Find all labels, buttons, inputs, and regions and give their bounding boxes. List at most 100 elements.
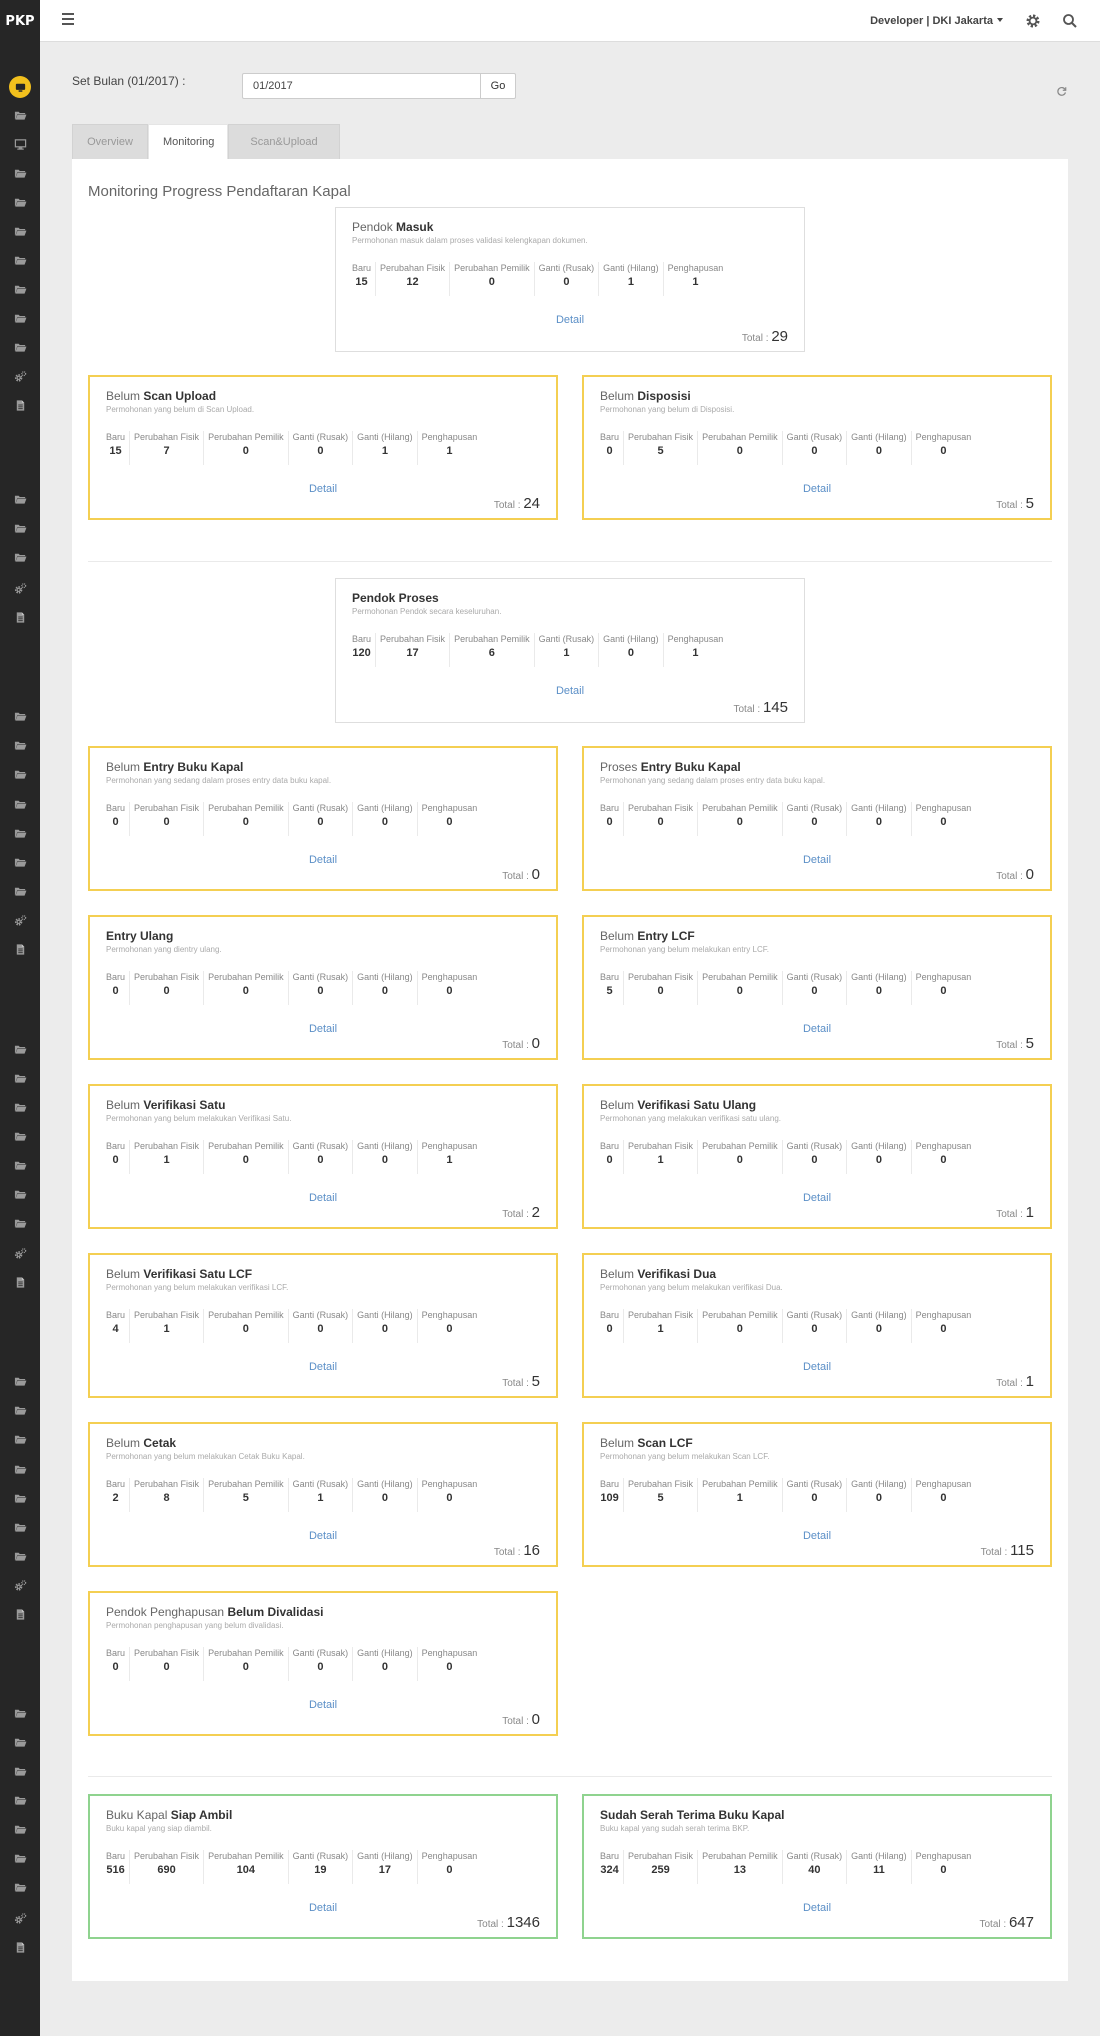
stat-value: 0 <box>242 1323 249 1335</box>
detail-link[interactable]: Detail <box>336 314 804 326</box>
sidebar-item[interactable] <box>0 1907 40 1929</box>
tab-monitoring[interactable]: Monitoring <box>148 124 228 159</box>
sidebar-item[interactable] <box>0 938 40 960</box>
sidebar-item[interactable] <box>0 1428 40 1450</box>
sidebar-item[interactable] <box>0 734 40 756</box>
stat-column: Ganti (Hilang) 0 <box>353 1478 418 1512</box>
sidebar-item[interactable] <box>0 394 40 416</box>
sidebar-item[interactable] <box>0 1212 40 1234</box>
sidebar-item[interactable] <box>0 1038 40 1060</box>
go-button[interactable]: Go <box>480 73 516 99</box>
search-icon[interactable] <box>1062 13 1078 29</box>
app-logo[interactable]: PKP <box>0 0 40 42</box>
sidebar-item[interactable] <box>0 1545 40 1567</box>
detail-link[interactable]: Detail <box>584 483 1050 495</box>
sidebar-item[interactable] <box>0 606 40 628</box>
detail-link[interactable]: Detail <box>584 854 1050 866</box>
sidebar-item[interactable] <box>0 851 40 873</box>
detail-link[interactable]: Detail <box>90 1699 556 1711</box>
month-input[interactable] <box>242 73 481 99</box>
folder-icon <box>14 1794 27 1807</box>
sidebar-item[interactable] <box>0 1487 40 1509</box>
stat-column: Perubahan Fisik 0 <box>130 802 205 836</box>
sidebar-item[interactable] <box>0 546 40 568</box>
stat-value: 0 <box>242 445 249 457</box>
sidebar-item[interactable] <box>0 793 40 815</box>
sidebar-item[interactable] <box>0 1818 40 1840</box>
stat-column: Ganti (Hilang) 0 <box>353 802 418 836</box>
detail-link[interactable]: Detail <box>90 1530 556 1542</box>
detail-link[interactable]: Detail <box>90 1361 556 1373</box>
sidebar-item[interactable] <box>0 763 40 785</box>
sidebar-item[interactable] <box>0 1760 40 1782</box>
gear-icon[interactable] <box>1025 13 1041 29</box>
sidebar-item[interactable] <box>0 1458 40 1480</box>
detail-link[interactable]: Detail <box>584 1530 1050 1542</box>
sidebar-item[interactable] <box>0 1702 40 1724</box>
sidebar-item[interactable] <box>0 249 40 271</box>
status-card: Buku Kapal Siap Ambil Buku kapal yang sia… <box>88 1794 558 1939</box>
sidebar-item[interactable] <box>0 76 40 98</box>
sidebar-item[interactable] <box>0 307 40 329</box>
sidebar-item[interactable] <box>0 517 40 539</box>
detail-link[interactable]: Detail <box>584 1902 1050 1914</box>
sidebar-item[interactable] <box>0 822 40 844</box>
user-menu[interactable]: Developer | DKI Jakarta <box>870 15 1003 27</box>
sidebar-item[interactable] <box>0 365 40 387</box>
detail-link[interactable]: Detail <box>336 685 804 697</box>
refresh-icon[interactable] <box>1056 84 1067 96</box>
detail-link[interactable]: Detail <box>584 1192 1050 1204</box>
sidebar-item[interactable] <box>0 1125 40 1147</box>
menu-toggle-icon[interactable] <box>62 13 74 27</box>
sidebar-item[interactable] <box>0 1603 40 1625</box>
sidebar-item[interactable] <box>0 909 40 931</box>
sidebar-item[interactable] <box>0 488 40 510</box>
card-stats: Baru 516 Perubahan Fisik 690 Perubahan Pemil… <box>106 1850 481 1884</box>
total-label: Total : <box>502 1716 529 1727</box>
sidebar-item[interactable] <box>0 336 40 358</box>
sidebar-item[interactable] <box>0 220 40 242</box>
stat-column: Ganti (Rusak) 0 <box>783 1309 848 1343</box>
sidebar-item[interactable] <box>0 133 40 155</box>
sidebar-item[interactable] <box>0 1399 40 1421</box>
detail-link[interactable]: Detail <box>584 1023 1050 1035</box>
sidebar-item[interactable] <box>0 1154 40 1176</box>
detail-link[interactable]: Detail <box>584 1361 1050 1373</box>
sidebar-item[interactable] <box>0 1183 40 1205</box>
sidebar-item[interactable] <box>0 1516 40 1538</box>
tab-overview[interactable]: Overview <box>72 124 148 159</box>
stat-value: 0 <box>736 445 743 457</box>
sidebar-item[interactable] <box>0 880 40 902</box>
sidebar-item[interactable] <box>0 1574 40 1596</box>
sidebar-item[interactable] <box>0 162 40 184</box>
detail-link[interactable]: Detail <box>90 483 556 495</box>
detail-link[interactable]: Detail <box>90 1023 556 1035</box>
stat-value: 0 <box>736 1154 743 1166</box>
sidebar-item[interactable] <box>0 1271 40 1293</box>
tab-scan-upload[interactable]: Scan&Upload <box>228 124 340 159</box>
stat-value: 1 <box>381 445 388 457</box>
folder-icon <box>14 225 27 238</box>
detail-link[interactable]: Detail <box>90 1192 556 1204</box>
sidebar-item[interactable] <box>0 278 40 300</box>
total-value: 5 <box>1025 495 1034 512</box>
detail-link[interactable]: Detail <box>90 1902 556 1914</box>
sidebar-item[interactable] <box>0 1096 40 1118</box>
sidebar-item[interactable] <box>0 1936 40 1958</box>
sidebar-item[interactable] <box>0 1847 40 1869</box>
stat-value: 0 <box>381 1154 388 1166</box>
folder-icon <box>14 885 27 898</box>
sidebar-item[interactable] <box>0 705 40 727</box>
stat-label: Baru <box>106 1851 126 1861</box>
sidebar-item[interactable] <box>0 1067 40 1089</box>
sidebar-item[interactable] <box>0 1789 40 1811</box>
sidebar-item[interactable] <box>0 104 40 126</box>
sidebar-item[interactable] <box>0 191 40 213</box>
sidebar-item[interactable] <box>0 1731 40 1753</box>
sidebar-item[interactable] <box>0 1242 40 1264</box>
detail-link[interactable]: Detail <box>90 854 556 866</box>
sidebar-item[interactable] <box>0 1876 40 1898</box>
sidebar-item[interactable] <box>0 577 40 599</box>
sidebar-item[interactable] <box>0 1370 40 1392</box>
stat-column: Perubahan Fisik 1 <box>130 1140 205 1174</box>
